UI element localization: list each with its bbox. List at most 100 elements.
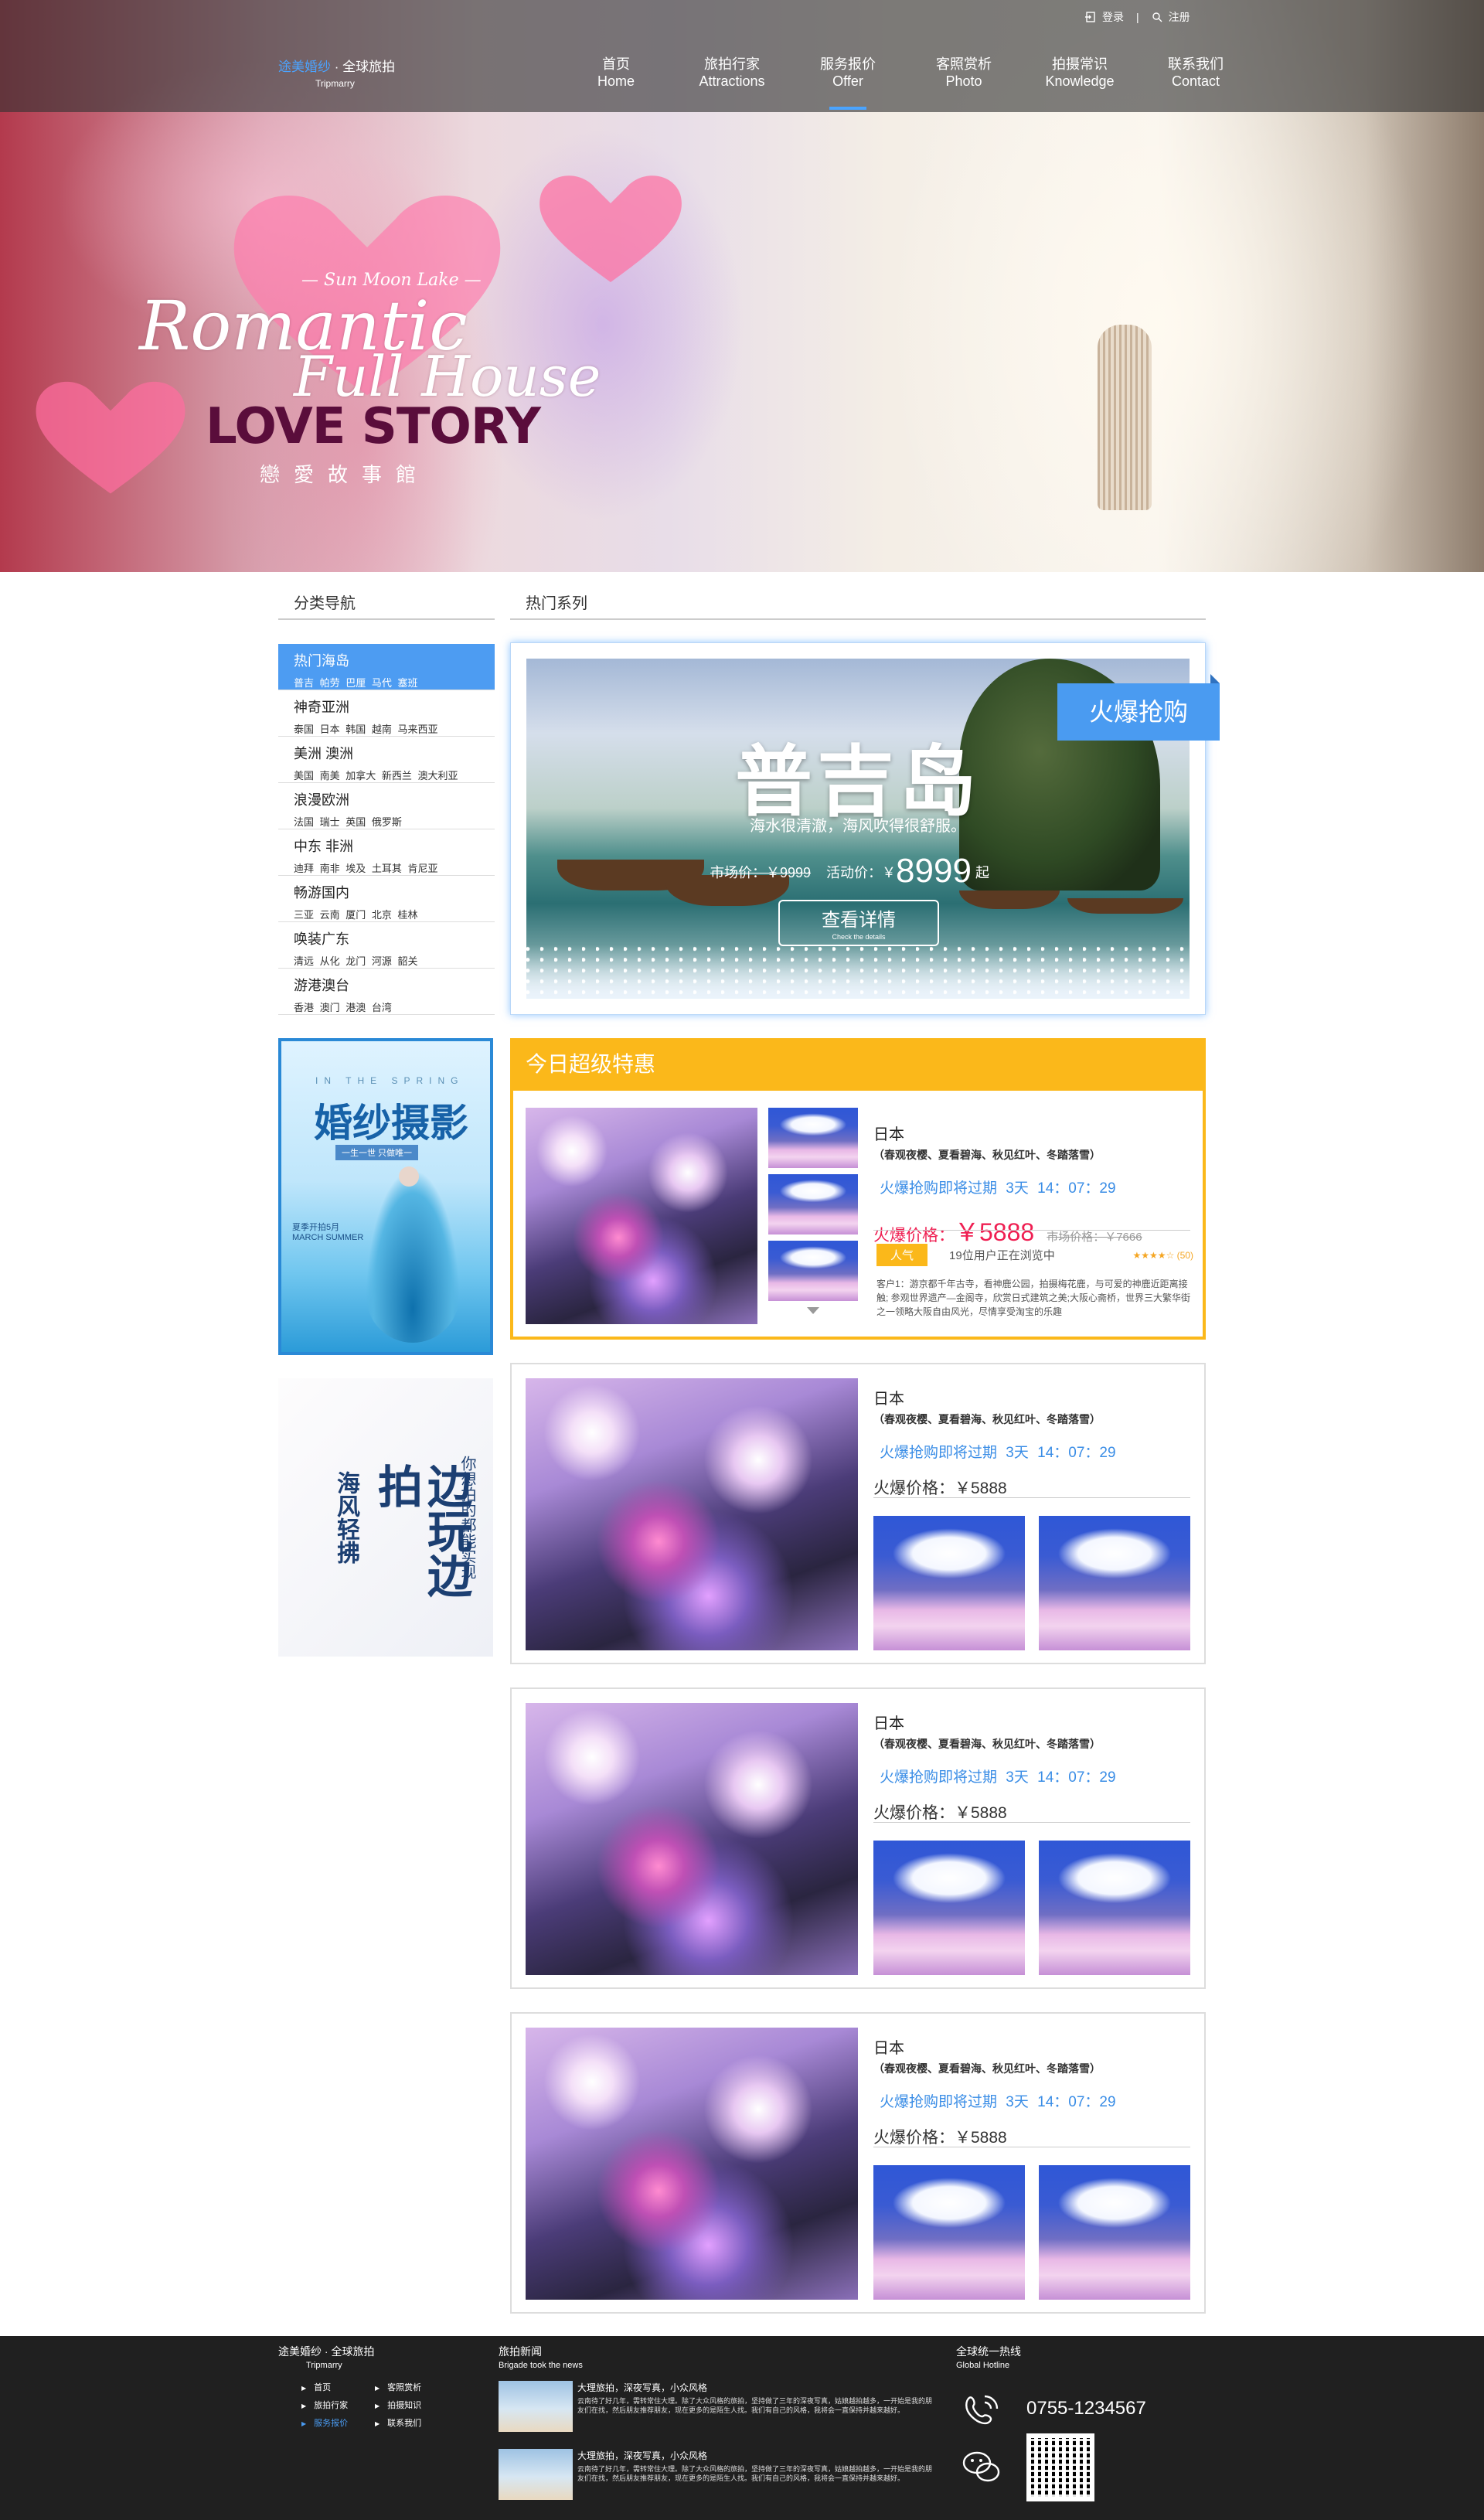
footer-link[interactable]: 首页 xyxy=(301,2381,375,2393)
brand-prefix: 途美婚纱 xyxy=(278,60,331,74)
ad-line2: MARCH SUMMER xyxy=(292,1233,364,1242)
category-list: 热门海岛 普吉 帕劳 巴厘 马代 塞班 神奇亚洲 泰国 日本 韩国 越南 马来西亚 … xyxy=(278,644,495,1015)
login-link[interactable]: 登录 xyxy=(1102,9,1124,25)
nav-offer[interactable]: 服务报价 Offer xyxy=(790,56,906,110)
viewer-count: 19位用户正在浏览中 xyxy=(949,1249,1055,1262)
nav-home[interactable]: 首页 Home xyxy=(558,56,674,90)
footer-links: 首页 客照赏析 旅拍行家 拍摄知识 服务报价 联系我们 xyxy=(301,2381,448,2429)
category-item[interactable]: 中东 非洲 迪拜 南非 埃及 土耳其 肯尼亚 xyxy=(278,829,495,876)
footer-link[interactable]: 联系我们 xyxy=(375,2416,448,2429)
nav-label-en: Knowledge xyxy=(1045,73,1115,89)
thumbnail[interactable] xyxy=(768,1241,858,1301)
bride-image xyxy=(366,1173,459,1343)
footer-brand-en: Tripmarry xyxy=(306,2361,342,2370)
today-special-title: 今日超级特惠 xyxy=(513,1041,1203,1091)
footer: 途美婚纱 · 全球旅拍 Tripmarry 首页 客照赏析 旅拍行家 拍摄知识 … xyxy=(0,2336,1484,2520)
nav-label-en: Photo xyxy=(945,73,982,89)
button-label-en: Check the details xyxy=(832,933,886,941)
deal-description: 客户1：游京都千年古寺，看神鹿公园，拍摄梅花鹿，与可爱的神鹿近距离接触; 参观世… xyxy=(876,1279,1191,1317)
category-name: 神奇亚洲 xyxy=(294,700,349,715)
deal-card[interactable]: 日本 （春观夜樱、夏看碧海、秋见红叶、冬踏落雪） 火爆抢购即将过期 3天 14：… xyxy=(510,2012,1206,2314)
deal-note: （春观夜樱、夏看碧海、秋见红叶、冬踏落雪） xyxy=(873,1738,1101,1750)
nav-photo[interactable]: 客照赏析 Photo xyxy=(906,56,1022,90)
nav-label-en: Home xyxy=(597,73,635,89)
cherry-blossom-image[interactable] xyxy=(526,1108,757,1324)
account-links: 登录 | 注册 xyxy=(1085,9,1190,25)
brand-en: Tripmarry xyxy=(315,78,355,89)
travel-photo-ad[interactable]: 海风轻拂 边玩边拍 你想拍的都能实现 xyxy=(278,1378,493,1657)
category-sub: 法国 瑞士 英国 俄罗斯 xyxy=(294,816,402,828)
nav-label-en: Offer xyxy=(832,73,863,89)
logo[interactable]: 途美婚纱 · 全球旅拍 Tripmarry xyxy=(278,56,395,89)
boat xyxy=(1067,898,1183,914)
category-item[interactable]: 神奇亚洲 泰国 日本 韩国 越南 马来西亚 xyxy=(278,690,495,737)
cherry-blossom-image xyxy=(526,1703,858,1975)
category-sub: 清远 从化 龙门 河源 韶关 xyxy=(294,955,418,967)
view-details-button[interactable]: 查看详情 Check the details xyxy=(778,900,939,946)
category-item[interactable]: 浪漫欧洲法国 瑞士 英国 俄罗斯 xyxy=(278,783,495,829)
wedding-photo-ad[interactable]: IN THE SPRING 婚纱摄影 一生一世 只做唯一 夏季开拍5月 MARC… xyxy=(278,1038,493,1355)
button-label: 查看详情 xyxy=(822,910,896,931)
category-item[interactable]: 热门海岛 普吉 帕劳 巴厘 马代 塞班 xyxy=(278,644,495,690)
deal-note: （春观夜樱、夏看碧海、秋见红叶、冬踏落雪） xyxy=(873,1149,1101,1161)
hot-sale-tag: 火爆抢购 xyxy=(1057,674,1220,741)
deal-note: （春观夜樱、夏看碧海、秋见红叶、冬踏落雪） xyxy=(873,2062,1101,2075)
news-item-title: 大理旅拍，深夜写真，小众风格 xyxy=(577,2450,708,2461)
snow-decoration xyxy=(526,945,1190,999)
category-item[interactable]: 畅游国内 三亚 云南 厦门 北京 桂林 xyxy=(278,876,495,922)
chevron-down-icon[interactable] xyxy=(807,1307,819,1314)
footer-brand: 途美婚纱 · 全球旅拍 xyxy=(278,2345,375,2358)
feature-subtitle: 海水很清澈，海风吹得很舒服。 xyxy=(750,818,966,835)
deal-country: 日本 xyxy=(873,1391,904,1408)
thumbnail[interactable] xyxy=(768,1174,858,1234)
category-name: 热门海岛 xyxy=(294,653,349,669)
tassel-decoration xyxy=(1098,325,1152,510)
deal-card[interactable]: 日本 （春观夜樱、夏看碧海、秋见红叶、冬踏落雪） 火爆抢购即将过期 3天 14：… xyxy=(510,1687,1206,1989)
fuji-image xyxy=(873,2165,1025,2300)
qr-code xyxy=(1026,2433,1094,2501)
news-item[interactable]: 大理旅拍，深夜写真，小众风格 云南待了好几年，需转常住大理。除了大众风格的旅拍，… xyxy=(499,2449,932,2503)
news-title: 旅拍新闻 xyxy=(499,2345,542,2358)
category-name: 游港澳台 xyxy=(294,978,349,993)
footer-link[interactable]: 服务报价 xyxy=(301,2416,375,2429)
nav-label-cn: 拍摄常识 xyxy=(1052,56,1108,72)
deal-card[interactable]: 日本 （春观夜樱、夏看碧海、秋见红叶、冬踏落雪） 火爆抢购即将过期 3天 14：… xyxy=(510,1363,1206,1664)
footer-link[interactable]: 旅拍行家 xyxy=(301,2399,375,2411)
category-item[interactable]: 美洲 澳洲 美国 南美 加拿大 新西兰 澳大利亚 xyxy=(278,737,495,783)
countdown: 火爆抢购即将过期 3天 14：07：29 xyxy=(880,1769,1116,1786)
footer-link[interactable]: 拍摄知识 xyxy=(375,2399,448,2411)
heart-decoration xyxy=(539,175,682,282)
ad-subtitle: 一生一世 只做唯一 xyxy=(335,1145,419,1160)
nav-label-en: Contact xyxy=(1171,73,1220,89)
deal-price: 火爆价格：￥5888 xyxy=(873,1804,1007,1822)
news-image xyxy=(499,2381,573,2432)
ad2-text-c: 你想拍的都能实现 xyxy=(458,1456,475,1579)
hero-cn-text: 戀愛故事館 xyxy=(260,464,431,487)
deal-price: 火爆价格：￥5888 xyxy=(873,1480,1007,1497)
category-item[interactable]: 游港澳台 香港 澳门 港澳 台湾 xyxy=(278,969,495,1015)
hero-line3: LOVE STORY xyxy=(206,398,541,455)
nav-attractions[interactable]: 旅拍行家 Attractions xyxy=(674,56,790,90)
category-name: 浪漫欧洲 xyxy=(294,792,349,808)
market-price: 市场价格：￥7666 xyxy=(1047,1231,1142,1244)
deal-country: 日本 xyxy=(873,1715,904,1732)
heart-decoration xyxy=(36,381,186,494)
nav-contact[interactable]: 联系我们 Contact xyxy=(1138,56,1254,90)
category-item[interactable]: 唤装广东 清远 从化 龙门 河源 韶关 xyxy=(278,922,495,969)
countdown: 火爆抢购即将过期 3天 14：07：29 xyxy=(880,1180,1116,1197)
nav-knowledge[interactable]: 拍摄常识 Knowledge xyxy=(1022,56,1138,90)
category-name: 中东 非洲 xyxy=(294,839,354,854)
news-item-title: 大理旅拍，深夜写真，小众风格 xyxy=(577,2382,708,2393)
cherry-blossom-image xyxy=(526,2028,858,2300)
news-image xyxy=(499,2449,573,2500)
popularity-badge: 人气 xyxy=(876,1244,928,1266)
today-special-panel: 今日超级特惠 日本 （春观夜樱、夏看碧海、秋见红叶、冬踏落雪） 火爆抢购即将过期… xyxy=(510,1038,1206,1340)
news-title-en: Brigade took the news xyxy=(499,2361,583,2370)
thumbnail[interactable] xyxy=(768,1108,858,1168)
register-link[interactable]: 注册 xyxy=(1169,9,1190,25)
footer-link[interactable]: 客照赏析 xyxy=(375,2381,448,2393)
countdown: 火爆抢购即将过期 3天 14：07：29 xyxy=(880,1445,1116,1461)
news-item[interactable]: 大理旅拍，深夜写真，小众风格 云南待了好几年，需转常住大理。除了大众风格的旅拍，… xyxy=(499,2381,932,2435)
ad2-text-b: 边玩边拍 xyxy=(371,1463,471,1598)
rating-stars: ★★★★☆ (50) xyxy=(1132,1249,1193,1261)
